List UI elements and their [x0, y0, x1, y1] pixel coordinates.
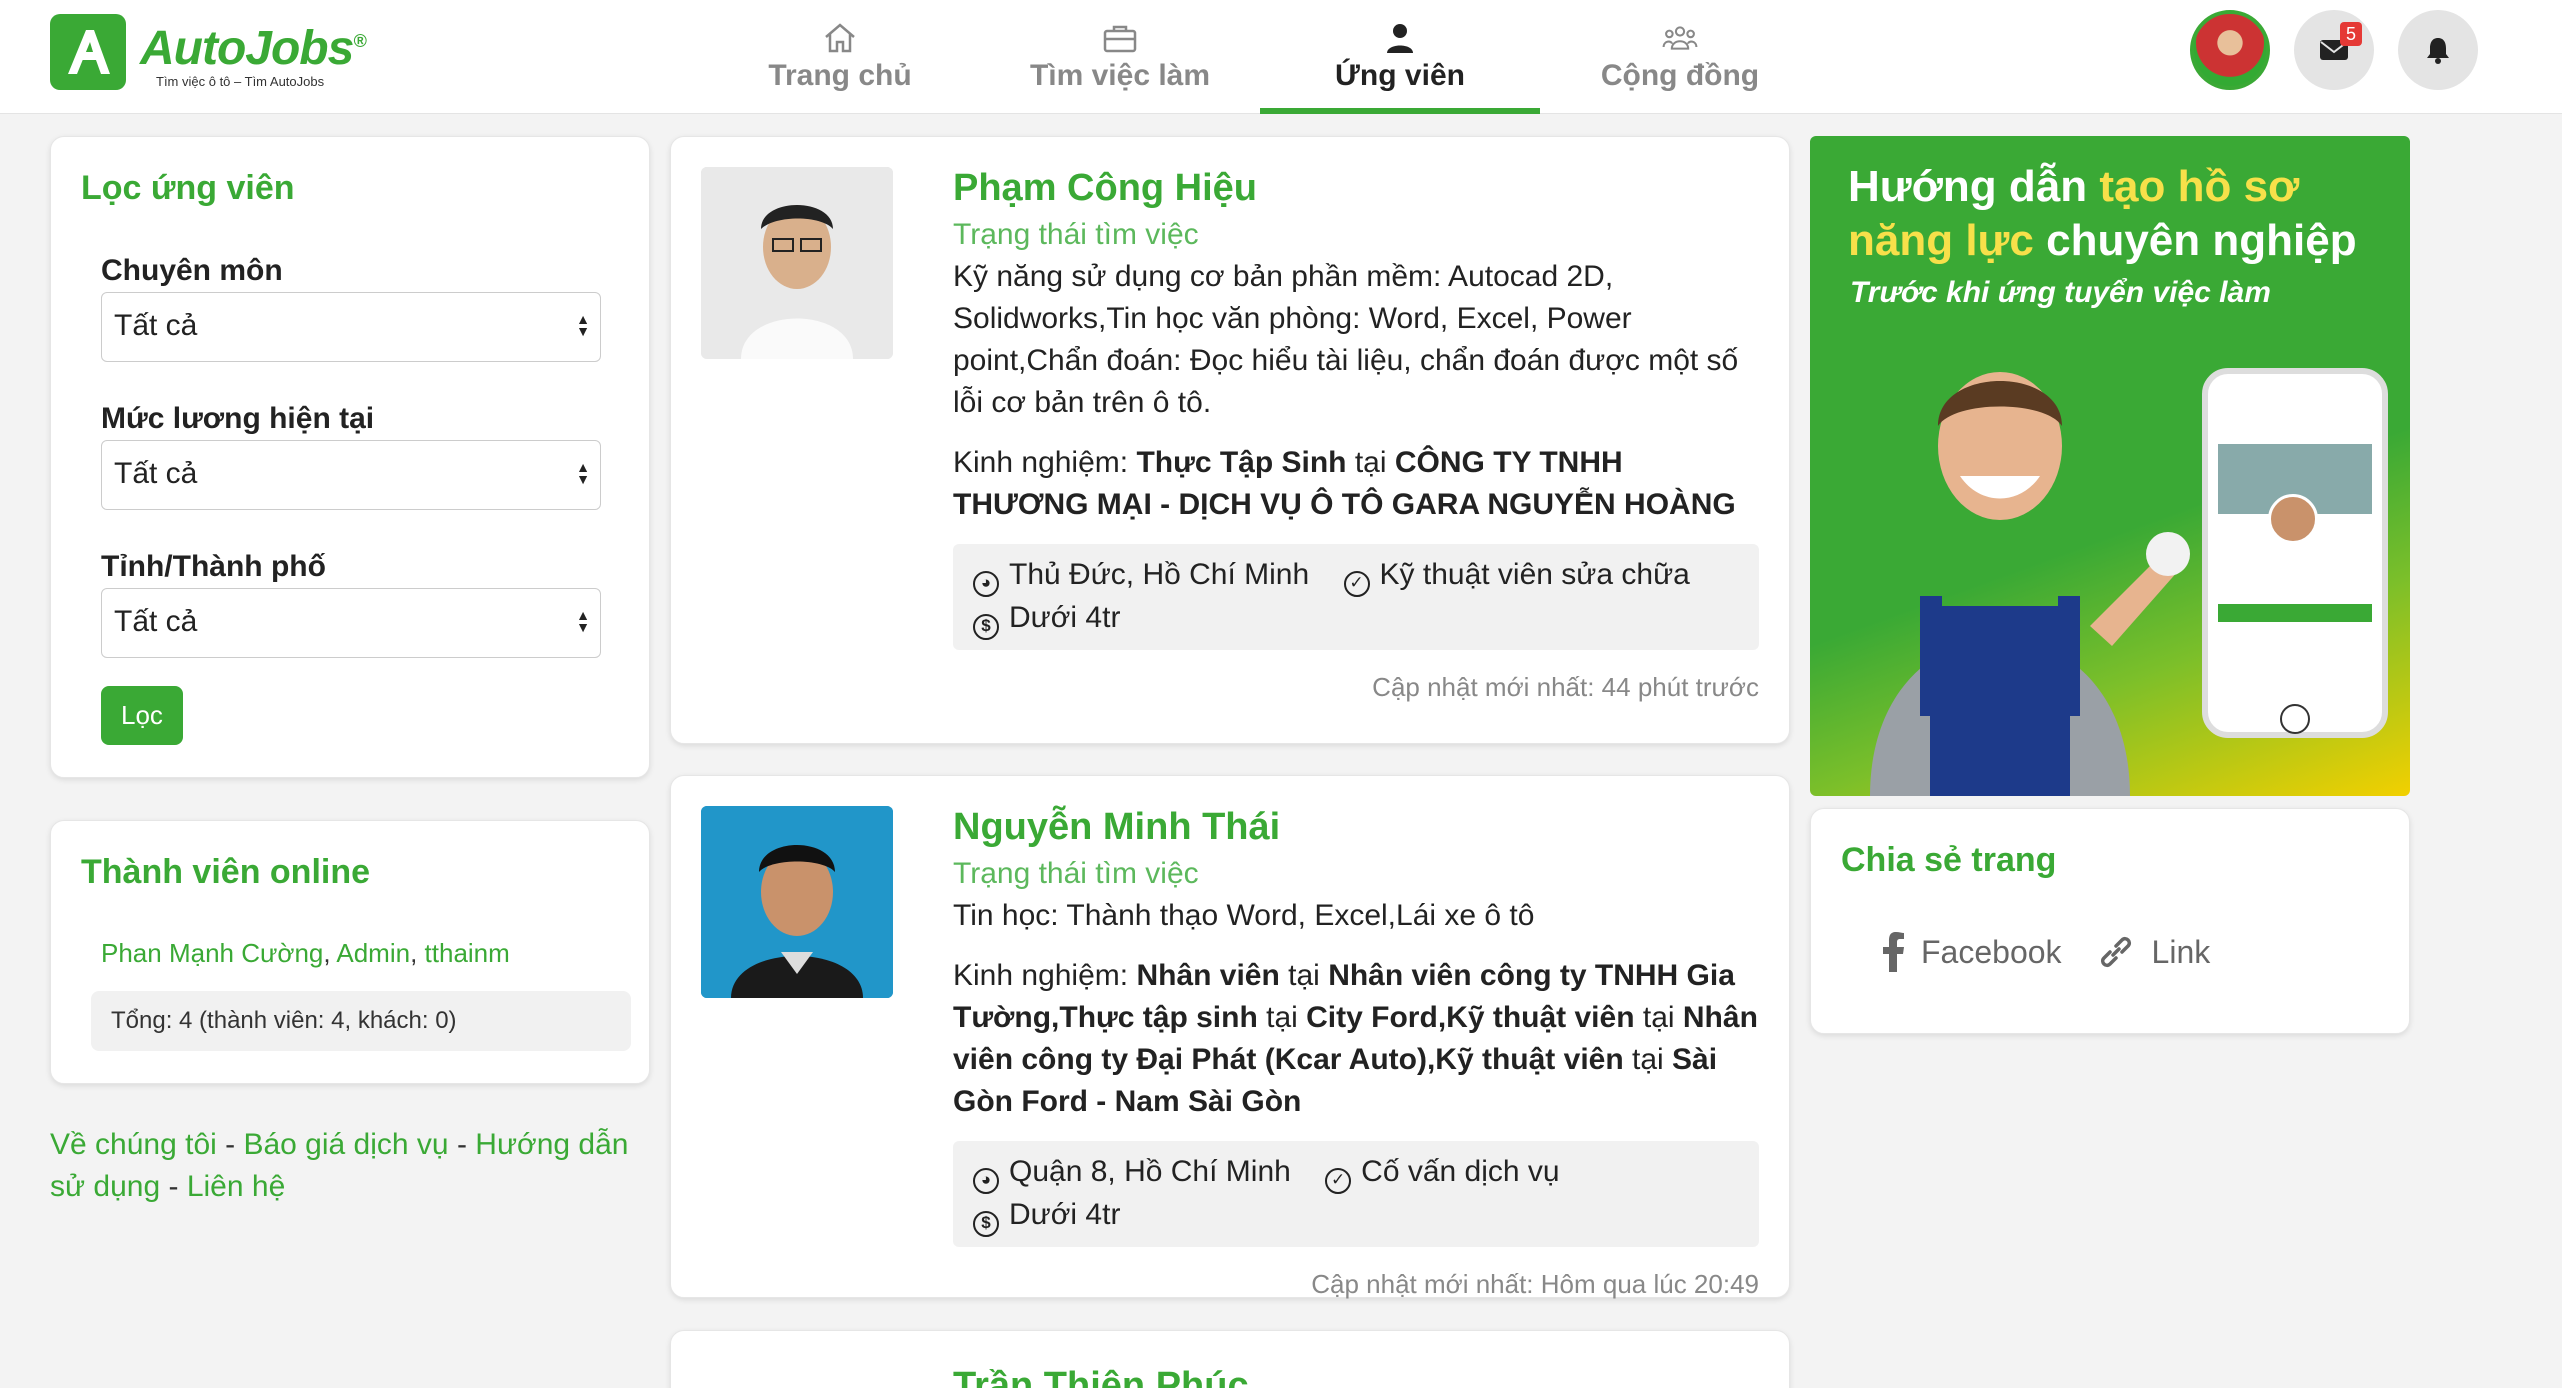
promo-title: Hướng dẫn tạo hồ sơ năng lực chuyên nghi… — [1848, 162, 2357, 265]
candidate-photo[interactable] — [701, 806, 893, 998]
filter-title: Lọc ứng viên — [81, 169, 295, 207]
avatar[interactable] — [2190, 10, 2270, 90]
nav-jobs[interactable]: Tìm việc làm — [980, 0, 1260, 114]
logo-reg: ® — [353, 30, 366, 51]
footer-separator: - — [216, 1128, 244, 1161]
footer-separator: - — [448, 1128, 476, 1161]
community-icon — [1662, 26, 1698, 50]
candidate-description: Kỹ năng sử dụng cơ bản phần mềm: Autocad… — [953, 260, 1739, 419]
nav-community-label: Cộng đồng — [1600, 59, 1760, 92]
share-link[interactable]: Link — [2096, 932, 2210, 972]
promo-mechanic-image — [1870, 372, 2190, 796]
candidate-location: Thủ Đức, Hồ Chí Minh — [1009, 558, 1310, 591]
nav-jobs-label: Tìm việc làm — [1029, 59, 1211, 92]
filter-panel: Lọc ứng viên Chuyên môn Tất cả ▲ ▼ Mức lươ… — [50, 136, 650, 778]
share-panel: Chia sẻ trang Facebook Link — [1810, 808, 2410, 1034]
message-count-badge: 5 — [2340, 22, 2362, 46]
candidate-updated: Cập nhật mới nhất: Hôm qua lúc 20:49 — [1311, 1269, 1759, 1299]
messages-button[interactable]: 5 — [2294, 10, 2374, 90]
candidate-name[interactable]: Trần Thiện Phúc — [953, 1365, 1759, 1388]
candidate-status: Trạng thái tìm việc — [953, 857, 1199, 890]
footer-link-contact[interactable]: Liên hệ — [187, 1170, 285, 1203]
candidate-card[interactable]: Trần Thiện Phúc — [670, 1330, 1790, 1388]
nav-home-label: Trang chủ — [768, 59, 912, 92]
online-member-list: Phan Mạnh Cường, Admin, tthainm — [101, 938, 619, 969]
candidate-position: Kỹ thuật viên sửa chữa — [1379, 558, 1690, 591]
select-arrows-icon: ▲ ▼ — [576, 311, 590, 339]
online-separator: , — [410, 938, 425, 968]
briefcase-icon — [1103, 25, 1137, 53]
candidate-name[interactable]: Nguyễn Minh Thái — [953, 806, 1759, 849]
top-bar: AutoJobs® Tìm việc ô tô – Tìm AutoJobs T… — [0, 0, 2562, 114]
link-icon — [2100, 936, 2131, 968]
footer-separator: - — [160, 1170, 187, 1203]
candidate-salary: Dưới 4tr — [1009, 601, 1121, 634]
check-circle-icon: ✓ — [1325, 1168, 1352, 1194]
online-separator: , — [323, 938, 337, 968]
online-members-panel: Thành viên online Phan Mạnh Cường, Admin… — [50, 820, 650, 1084]
candidate-position: Cố vấn dịch vụ — [1361, 1155, 1560, 1188]
candidate-description: Tin học: Thành thạo Word, Excel,Lái xe ô… — [953, 899, 1535, 932]
nav-candidates[interactable]: Ứng viên — [1260, 0, 1540, 114]
candidate-card[interactable]: Nguyễn Minh Thái Trạng thái tìm việc Tin… — [670, 775, 1790, 1299]
candidate-salary: Dưới 4tr — [1009, 1198, 1121, 1231]
filter-button[interactable]: Lọc — [101, 686, 183, 745]
logo-name: AutoJobs — [140, 21, 354, 75]
candidate-experience: Kinh nghiệm: Nhân viên tại Nhân viên côn… — [953, 959, 1758, 1118]
dollar-icon: $ — [973, 614, 999, 640]
candidate-name[interactable]: Phạm Công Hiệu — [953, 167, 1759, 210]
candidate-location: Quận 8, Hồ Chí Minh — [1009, 1155, 1291, 1188]
nav-home[interactable]: Trang chủ — [700, 0, 980, 114]
online-member-link[interactable]: Admin — [336, 938, 410, 968]
salary-value: Tất cả — [114, 457, 198, 490]
check-circle-icon: ✓ — [1343, 571, 1370, 597]
select-arrows-icon: ▲ ▼ — [576, 607, 590, 635]
nav-community[interactable]: Cộng đồng — [1540, 0, 1820, 114]
globe-icon: ◕ — [973, 571, 999, 597]
online-member-link[interactable]: Phan Mạnh Cường — [101, 938, 323, 968]
candidate-meta: ◕ Quận 8, Hồ Chí Minh ✓ Cố vấn dịch vụ $ Dư… — [953, 1141, 1759, 1247]
header-actions: 5 — [2190, 10, 2478, 90]
specialty-select[interactable]: Tất cả ▲ ▼ — [101, 292, 601, 362]
select-arrows-icon: ▲ ▼ — [576, 459, 590, 487]
share-title: Chia sẻ trang — [1841, 841, 2057, 879]
province-select[interactable]: Tất cả ▲ ▼ — [101, 588, 601, 658]
salary-label: Mức lương hiện tại — [101, 402, 375, 435]
promo-banner[interactable]: Hướng dẫn tạo hồ sơ năng lực chuyên nghi… — [1810, 136, 2410, 796]
globe-icon: ◕ — [973, 1168, 999, 1194]
candidate-meta: ◕ Thủ Đức, Hồ Chí Minh ✓ Kỹ thuật viên sửa… — [953, 544, 1759, 650]
candidate-card[interactable]: Phạm Công Hiệu Trạng thái tìm việc Kỹ nă… — [670, 136, 1790, 744]
online-member-link[interactable]: tthainm — [425, 938, 510, 968]
dollar-icon: $ — [973, 1211, 999, 1237]
bell-icon — [2427, 38, 2449, 64]
online-total: Tổng: 4 (thành viên: 4, khách: 0) — [91, 991, 631, 1051]
promo-subtitle: Trước khi ứng tuyển việc làm — [1850, 276, 2271, 309]
candidate-updated: Cập nhật mới nhất: 44 phút trước — [1372, 672, 1759, 702]
nav-candidates-label: Ứng viên — [1335, 59, 1465, 92]
notifications-button[interactable] — [2398, 10, 2478, 90]
logo-mark-icon — [50, 14, 126, 90]
province-value: Tất cả — [114, 605, 198, 638]
share-facebook[interactable]: Facebook — [1881, 932, 2062, 972]
footer-links: Về chúng tôi - Báo giá dịch vụ - Hướng d… — [50, 1124, 650, 1208]
footer-link-pricing[interactable]: Báo giá dịch vụ — [243, 1128, 448, 1161]
candidate-status: Trạng thái tìm việc — [953, 218, 1199, 251]
user-icon — [1387, 24, 1413, 53]
specialty-label: Chuyên môn — [101, 254, 283, 287]
online-title: Thành viên online — [81, 853, 371, 891]
home-icon — [825, 23, 855, 53]
candidate-experience: Kinh nghiệm: Thực Tập Sinh tại CÔNG TY T… — [953, 446, 1736, 521]
province-label: Tỉnh/Thành phố — [101, 550, 326, 583]
footer-link-about[interactable]: Về chúng tôi — [50, 1128, 217, 1161]
salary-select[interactable]: Tất cả ▲ ▼ — [101, 440, 601, 510]
facebook-icon — [1883, 932, 1904, 972]
logo-tagline: Tìm việc ô tô – Tìm AutoJobs — [156, 73, 325, 89]
main-nav: Trang chủ Tìm việc làm Ứng viên Cộng đồn… — [700, 0, 1820, 114]
logo[interactable]: AutoJobs® Tìm việc ô tô – Tìm AutoJobs — [50, 14, 367, 90]
promo-phone-image — [2202, 368, 2388, 738]
specialty-value: Tất cả — [114, 309, 198, 342]
candidate-photo[interactable] — [701, 167, 893, 359]
